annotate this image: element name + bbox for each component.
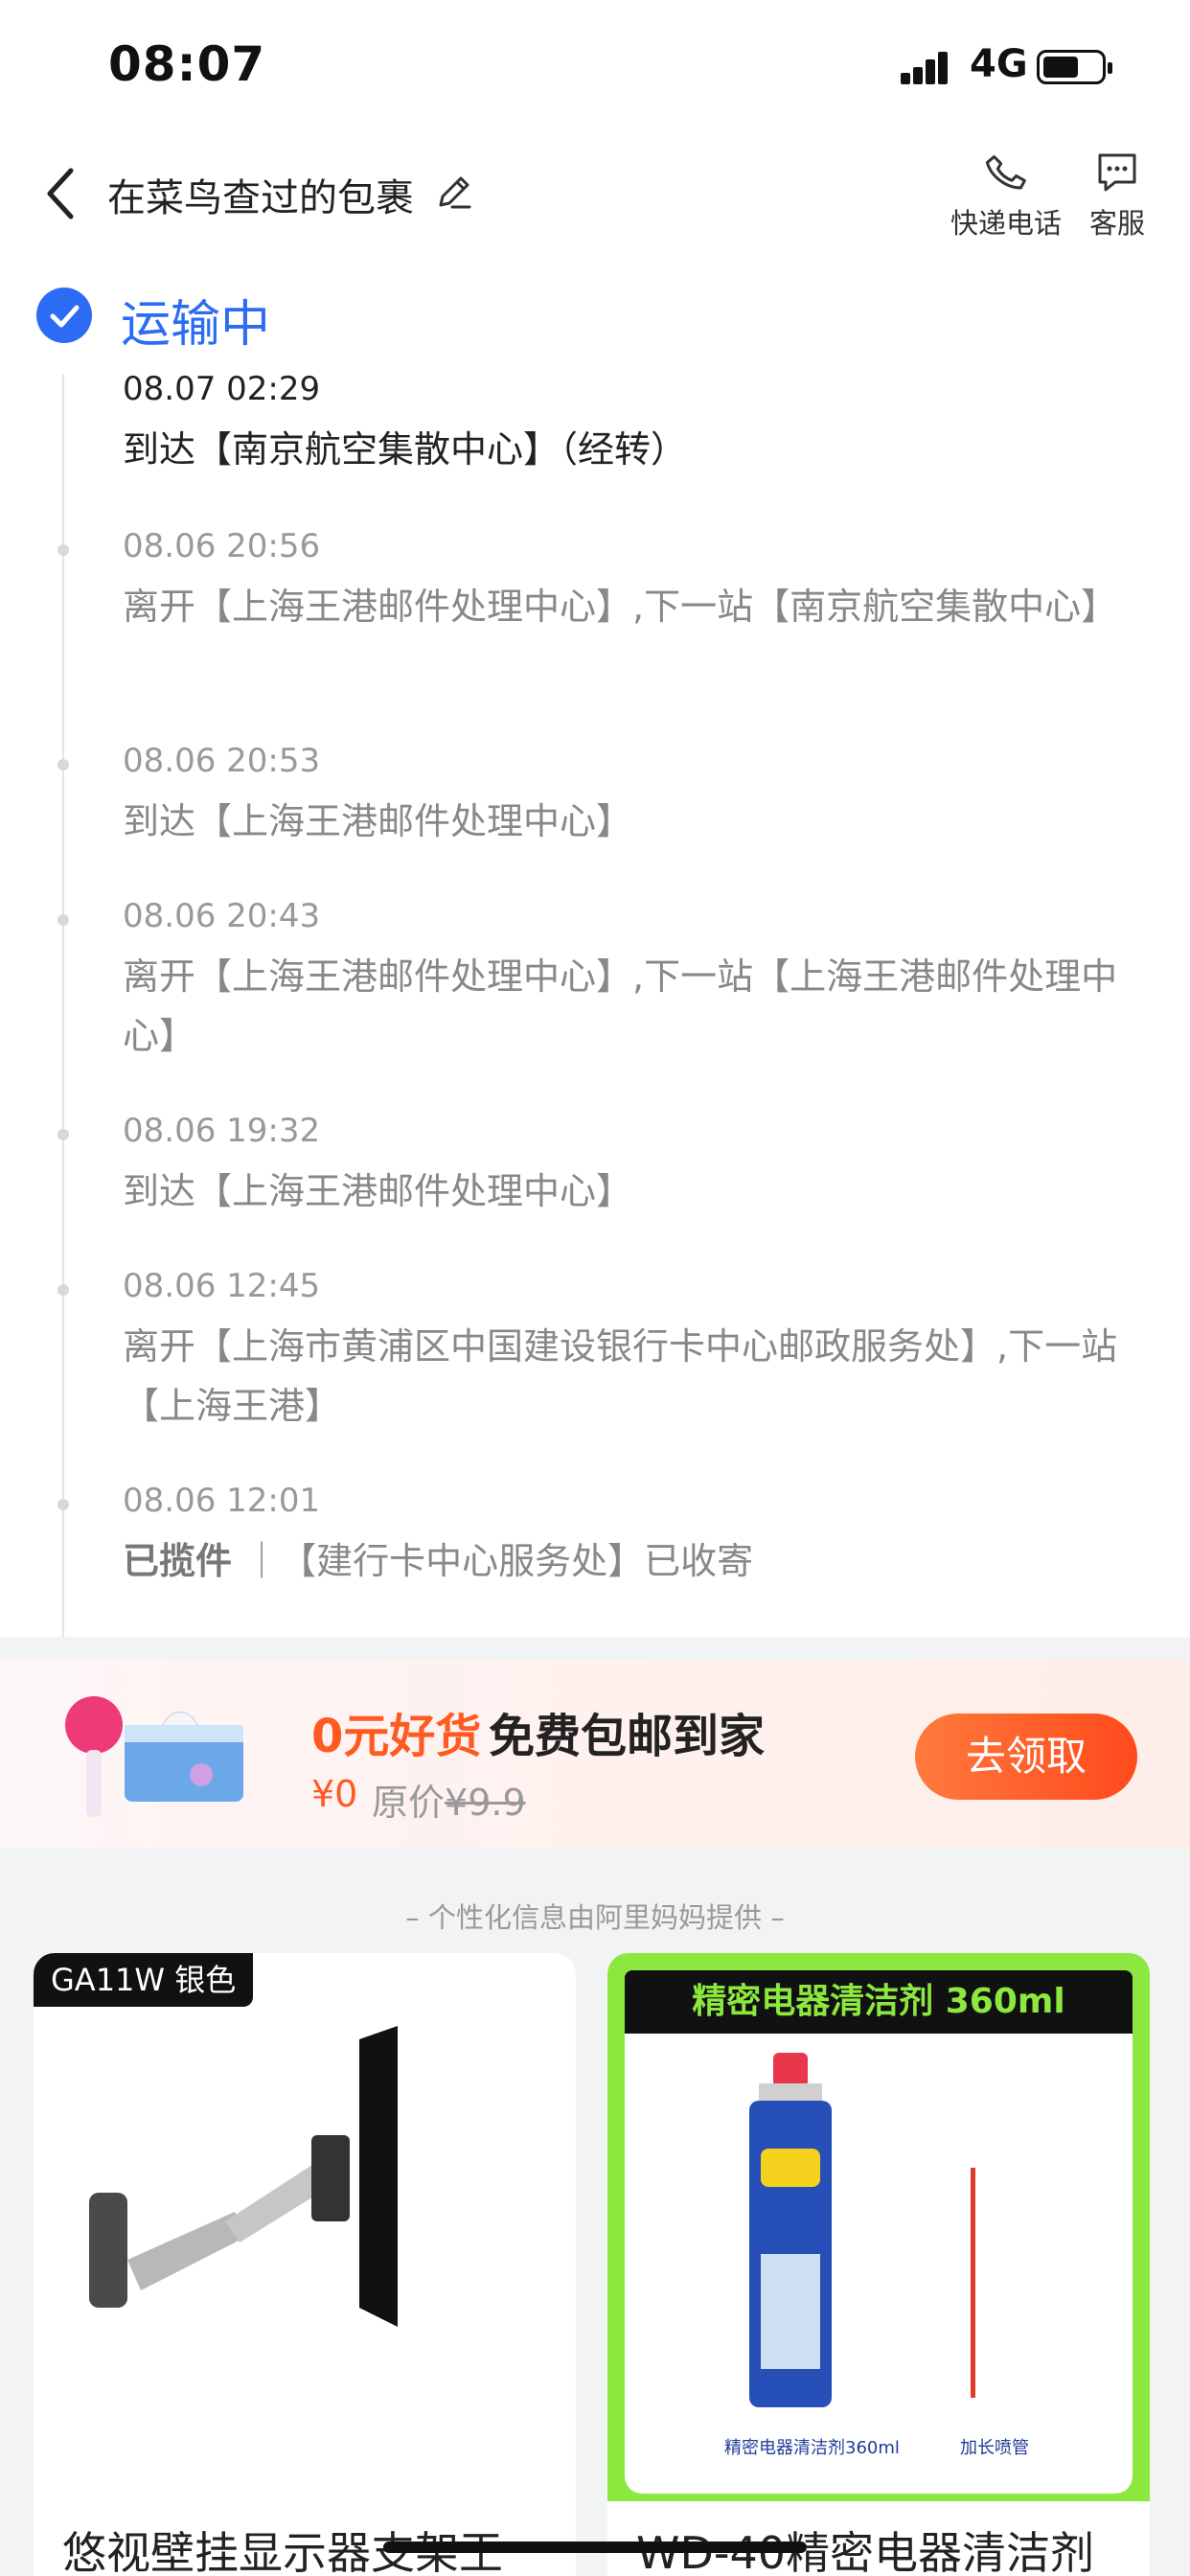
event-status-bold: 已揽件: [123, 1540, 233, 1582]
timeline-dot: [57, 914, 69, 926]
phone-icon: [985, 155, 1026, 190]
image-caption: 加长喷管: [960, 2438, 1029, 2458]
event-time: 08.06 20:56: [123, 527, 321, 565]
product-tag: GA11W 银色: [34, 1953, 254, 2007]
timeline-line: [62, 374, 64, 1782]
signal-icon: [901, 50, 958, 84]
recommendation-note: – 个性化信息由阿里妈妈提供 –: [405, 1901, 785, 1934]
edit-icon[interactable]: [433, 171, 475, 213]
product-image-panel: 精密电器清洁剂360ml 加长喷管: [625, 2034, 1133, 2494]
courier-phone-label: 快递电话: [950, 207, 1062, 240]
event-separator: ｜: [243, 1540, 281, 1582]
check-circle-icon: [36, 288, 92, 343]
event-desc: 到达【南京航空集散中心】（经转）: [123, 428, 688, 471]
event-time: 08.07 02:29: [123, 370, 321, 408]
battery-icon: [1037, 50, 1112, 84]
promo-title: 0元好货: [311, 1710, 482, 1763]
product-banner: 精密电器清洁剂 360ml: [625, 1970, 1133, 2034]
event-desc: 已揽件 ｜【建行卡中心服务处】已收寄: [123, 1531, 1138, 1591]
nav-header: 在菜鸟查过的包裹 快递电话 客服: [0, 144, 1190, 249]
image-caption: 精密电器清洁剂360ml: [724, 2438, 900, 2458]
claim-button[interactable]: 去领取: [915, 1714, 1137, 1800]
event-desc: 离开【上海王港邮件处理中心】,下一站【南京航空集散中心】: [123, 586, 1118, 628]
timeline-dot: [57, 1129, 69, 1140]
chat-icon: [1098, 153, 1136, 192]
event-desc: 离开【上海市黄浦区中国建设银行卡中心邮政服务处】,下一站【上海王港】: [123, 1325, 1118, 1427]
event-time: 08.06 20:53: [123, 742, 321, 780]
orig-price-label: 原价: [372, 1782, 446, 1824]
status-time: 08:07: [108, 36, 266, 92]
home-indicator[interactable]: [383, 2542, 807, 2553]
promo-banner[interactable]: 0元好货 免费包邮到家 ¥0 原价¥9.9 去领取: [0, 1660, 1190, 1848]
event-time: 08.06 19:32: [123, 1112, 321, 1150]
event-time: 08.06 12:01: [123, 1482, 321, 1520]
event-desc: 到达【上海王港邮件处理中心】: [123, 1170, 633, 1212]
product-card[interactable]: 精密电器清洁剂 360ml 精密电器清洁剂360ml 加长喷管 WD-40精密电…: [607, 1953, 1150, 2576]
promo-original-price: 原价¥9.9: [372, 1773, 526, 1826]
promo-price: ¥0: [311, 1773, 358, 1815]
tissue-box-image: [65, 1696, 243, 1817]
customer-service-label: 客服: [1088, 207, 1145, 240]
timeline-dot: [57, 544, 69, 556]
status-bar: 08:07 4G: [0, 0, 1190, 134]
spray-can-image: [749, 2053, 975, 2407]
recommendation-section: – 个性化信息由阿里妈妈提供 – GA11W 银色 悠视壁挂显示器支架王 精密电…: [0, 1848, 1190, 2576]
product-card[interactable]: GA11W 银色 悠视壁挂显示器支架王: [34, 1953, 576, 2576]
section-divider: [0, 1637, 1190, 1660]
page-title: 在菜鸟查过的包裹: [107, 176, 414, 220]
network-type: 4G: [970, 42, 1028, 86]
promo-subtitle: 免费包邮到家: [489, 1710, 766, 1763]
event-time: 08.06 20:43: [123, 897, 321, 935]
timeline-dot: [57, 1499, 69, 1510]
courier-phone-button[interactable]: 快递电话: [944, 150, 1068, 242]
monitor-arm-image: [89, 2026, 398, 2327]
event-desc: 到达【上海王港邮件处理中心】: [123, 800, 633, 842]
timeline-dot: [57, 1284, 69, 1296]
tracking-status-text: 运输中: [121, 296, 271, 354]
orig-price-value: ¥9.9: [445, 1782, 526, 1824]
event-time: 08.06 12:45: [123, 1267, 321, 1305]
event-desc: 离开【上海王港邮件处理中心】,下一站【上海王港邮件处理中心】: [123, 955, 1118, 1057]
timeline-dot: [57, 759, 69, 770]
customer-service-button[interactable]: 客服: [1081, 150, 1154, 242]
event-desc-text: 【建行卡中心服务处】已收寄: [280, 1540, 754, 1582]
back-icon[interactable]: [40, 163, 84, 224]
